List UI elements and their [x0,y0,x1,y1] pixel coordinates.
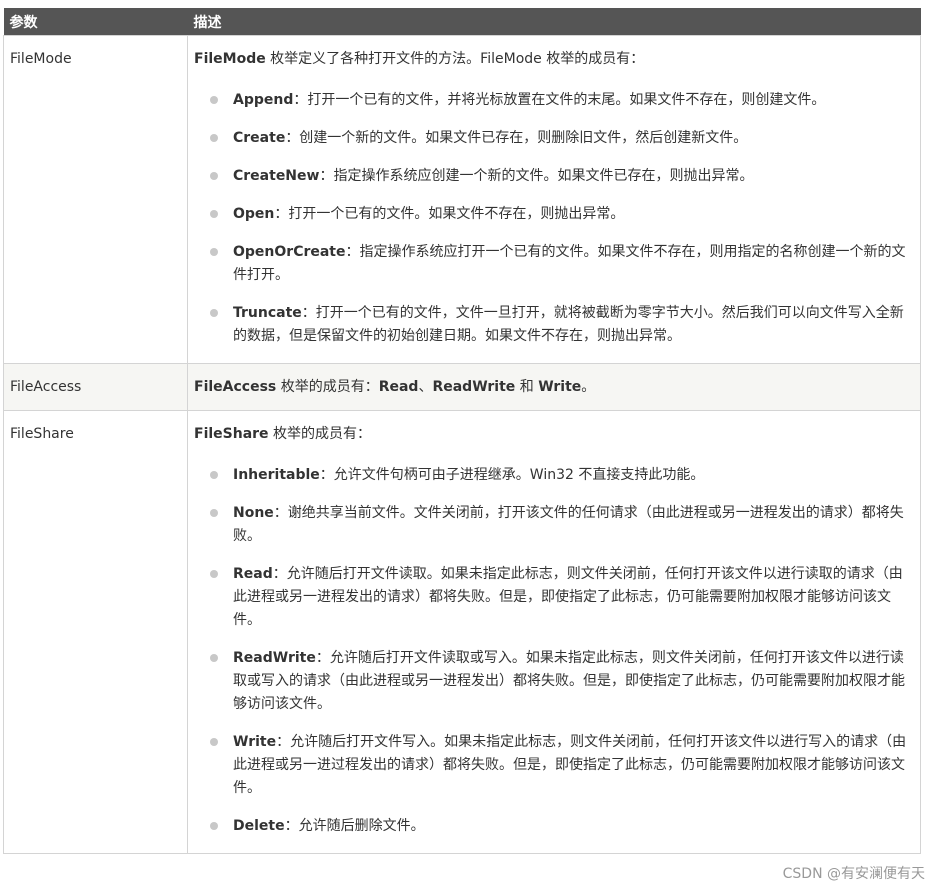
member-name: Delete [233,818,285,834]
member-desc: ：允许文件句柄可由子进程继承。Win32 不直接支持此功能。 [319,467,705,483]
list-item: None：谢绝共享当前文件。文件关闭前，打开该文件的任何请求（由此进程或另一进程… [194,502,910,548]
bullet-icon [210,654,218,662]
desc-cell: FileMode 枚举定义了各种打开文件的方法。FileMode 枚举的成员有：… [187,35,921,364]
member-desc: ：指定操作系统应创建一个新的文件。如果文件已存在，则抛出异常。 [319,168,754,184]
member-name: Inheritable [233,467,320,483]
member-name: Write [233,734,277,750]
member-name: Truncate [233,305,302,321]
bullet-icon [210,509,218,517]
intro-text: 枚举的成员有： [276,379,379,395]
member-desc: ：允许随后打开文件读取或写入。如果未指定此标志，则文件关闭前，任何打开该文件以进… [233,650,905,712]
param-cell: FileAccess [3,363,188,411]
list-item: Delete：允许随后删除文件。 [194,815,910,838]
list-item: CreateNew：指定操作系统应创建一个新的文件。如果文件已存在，则抛出异常。 [194,165,910,188]
table-row-filemode: FileMode FileMode 枚举定义了各种打开文件的方法。FileMod… [3,35,921,364]
member-desc: ：打开一个已有的文件，文件一旦打开，就将被截断为零字节大小。然后我们可以向文件写… [233,305,904,344]
list-item: Create：创建一个新的文件。如果文件已存在，则删除旧文件，然后创建新文件。 [194,127,910,150]
member-desc: ：允许随后打开文件写入。如果未指定此标志，则文件关闭前，任何打开该文件以进行写入… [233,734,907,796]
bullet-icon [210,134,218,142]
param-cell: FileShare [3,410,188,854]
intro-text: 枚举的成员有： [268,426,372,442]
member-list: Inheritable：允许文件句柄可由子进程继承。Win32 不直接支持此功能… [194,464,910,838]
member-name: ReadWrite [233,650,316,666]
member-list: Append：打开一个已有的文件，并将光标放置在文件的末尾。如果文件不存在，则创… [194,89,910,348]
separator: 、 [418,379,433,395]
member-name: Append [233,92,294,108]
list-item: Inheritable：允许文件句柄可由子进程继承。Win32 不直接支持此功能… [194,464,910,487]
member-name: CreateNew [233,168,320,184]
header-desc: 描述 [187,8,921,36]
row-intro: FileShare 枚举的成员有： [194,423,910,446]
list-item: Read：允许随后打开文件读取。如果未指定此标志，则文件关闭前，任何打开该文件以… [194,563,910,632]
header-param: 参数 [3,8,188,36]
member-name: Create [233,130,286,146]
bullet-icon [210,738,218,746]
list-item: Open：打开一个已有的文件。如果文件不存在，则抛出异常。 [194,203,910,226]
list-item: ReadWrite：允许随后打开文件读取或写入。如果未指定此标志，则文件关闭前，… [194,647,910,716]
bullet-icon [210,471,218,479]
bullet-icon [210,309,218,317]
row-intro: FileAccess 枚举的成员有：Read、ReadWrite 和 Write… [194,376,910,399]
member-name: OpenOrCreate [233,244,346,260]
bullet-icon [210,822,218,830]
member-name: Read [233,566,273,582]
intro-bold: FileMode [194,51,266,67]
list-item: OpenOrCreate：指定操作系统应打开一个已有的文件。如果文件不存在，则用… [194,241,910,287]
member-desc: ：打开一个已有的文件。如果文件不存在，则抛出异常。 [274,206,625,222]
separator: 。 [581,379,596,395]
member-desc: ：允许随后打开文件读取。如果未指定此标志，则文件关闭前，任何打开该文件以进行读取… [233,566,903,628]
bullet-icon [210,570,218,578]
bullet-icon [210,248,218,256]
bullet-icon [210,210,218,218]
table-header-row: 参数 描述 [3,8,921,36]
list-item: Truncate：打开一个已有的文件，文件一旦打开，就将被截断为零字节大小。然后… [194,302,910,348]
desc-cell: FileAccess 枚举的成员有：Read、ReadWrite 和 Write… [187,363,921,411]
intro-bold: FileShare [194,426,269,442]
intro-bold: FileAccess [194,379,277,395]
member-name: None [233,505,274,521]
table-row-fileshare: FileShare FileShare 枚举的成员有： Inheritable：… [3,410,921,854]
row-intro: FileMode 枚举定义了各种打开文件的方法。FileMode 枚举的成员有： [194,48,910,71]
member-desc: ：打开一个已有的文件，并将光标放置在文件的末尾。如果文件不存在，则创建文件。 [293,92,826,108]
member-desc: ：允许随后删除文件。 [284,818,425,834]
list-item: Append：打开一个已有的文件，并将光标放置在文件的末尾。如果文件不存在，则创… [194,89,910,112]
member-desc: ：创建一个新的文件。如果文件已存在，则删除旧文件，然后创建新文件。 [285,130,748,146]
member-name: Open [233,206,275,222]
bullet-icon [210,96,218,104]
enum-table: 参数 描述 FileMode FileMode 枚举定义了各种打开文件的方法。F… [3,8,921,854]
member-desc: ：谢绝共享当前文件。文件关闭前，打开该文件的任何请求（由此进程或另一进程发出的请… [233,505,904,544]
intro-text: 枚举定义了各种打开文件的方法。FileMode 枚举的成员有： [265,51,645,67]
separator: 和 [515,379,539,395]
param-cell: FileMode [3,35,188,364]
table-row-fileaccess: FileAccess FileAccess 枚举的成员有：Read、ReadWr… [3,363,921,411]
member-name: Write [538,379,582,395]
bullet-icon [210,172,218,180]
desc-cell: FileShare 枚举的成员有： Inheritable：允许文件句柄可由子进… [187,410,921,854]
member-name: ReadWrite [432,379,516,395]
member-name: Read [378,379,419,395]
list-item: Write：允许随后打开文件写入。如果未指定此标志，则文件关闭前，任何打开该文件… [194,731,910,800]
watermark: CSDN @有安澜便有天 [782,866,925,882]
